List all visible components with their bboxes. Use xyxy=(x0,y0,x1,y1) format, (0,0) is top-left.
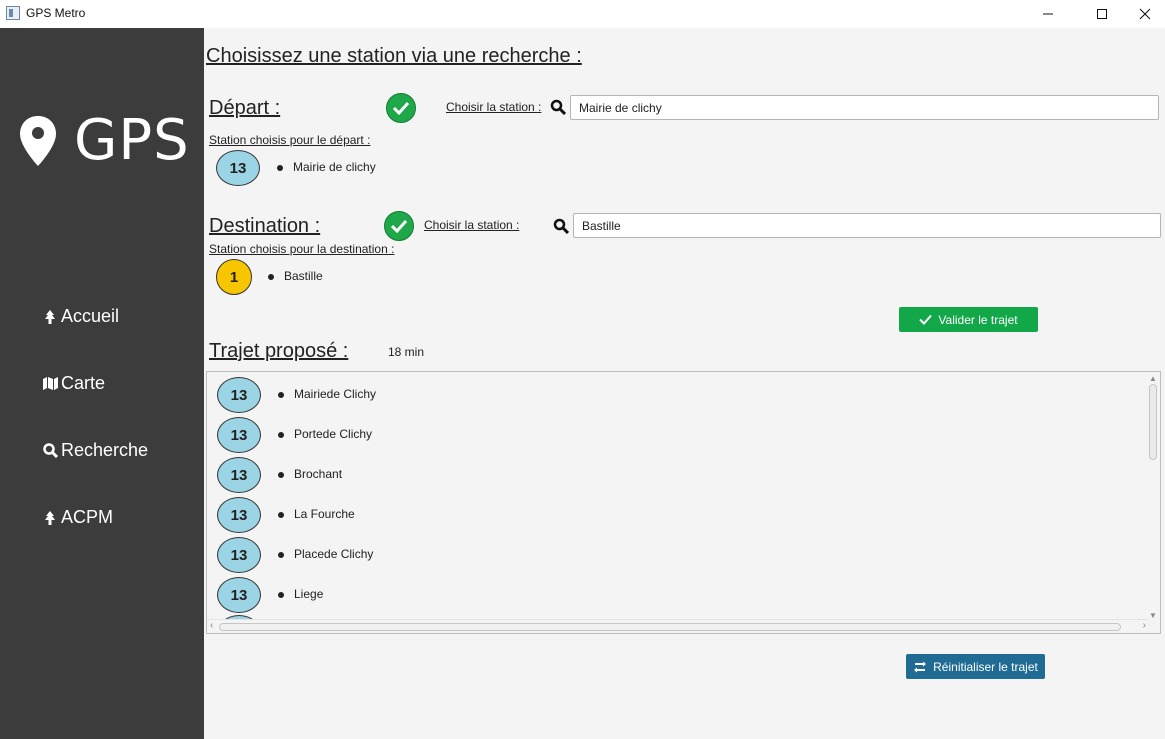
destination-title: Destination : xyxy=(209,215,321,237)
check-icon xyxy=(386,93,416,123)
list-item: 13 Mairiede Clichy xyxy=(207,374,1137,414)
list-item: 13 Placede Clichy xyxy=(207,534,1137,574)
search-icon xyxy=(553,218,569,234)
retweet-icon xyxy=(914,661,927,672)
reset-route-label: Réinitialiser le trajet xyxy=(933,659,1038,674)
route-list[interactable]: 13 Mairiede Clichy 13 Portede Clichy 13 … xyxy=(206,371,1161,634)
sidebar-item-recherche[interactable]: Recherche xyxy=(42,440,148,461)
vertical-scrollbar[interactable]: ▲ ▼ xyxy=(1146,372,1160,620)
horizontal-scrollbar[interactable]: ‹ › xyxy=(207,619,1148,633)
check-icon xyxy=(919,314,933,325)
scroll-right-icon[interactable]: › xyxy=(1143,620,1146,631)
depart-choose-label: Choisir la station : xyxy=(446,100,542,114)
trajet-duration: 18 min xyxy=(388,345,425,359)
horizontal-scroll-thumb[interactable] xyxy=(219,623,1121,631)
line-badge: 1 xyxy=(216,259,252,295)
destination-station-name: Bastille xyxy=(284,269,323,283)
line-badge: 13 xyxy=(217,457,261,493)
scroll-up-icon[interactable]: ▲ xyxy=(1149,374,1157,383)
sidebar: GPS Accueil Carte Recherche ACPM xyxy=(0,28,204,739)
bullet xyxy=(278,592,284,598)
minimize-icon xyxy=(1043,13,1053,15)
stop-name: Portede Clichy xyxy=(294,427,373,441)
line-badge: 13 xyxy=(217,497,261,533)
sidebar-item-label: ACPM xyxy=(61,507,114,527)
tree-icon xyxy=(42,309,58,324)
list-item: 13 Portede Clichy xyxy=(207,414,1137,454)
trajet-title: Trajet proposé : xyxy=(209,340,349,362)
validate-route-button[interactable]: Valider le trajet xyxy=(899,307,1038,332)
list-item: 13 Liege xyxy=(207,574,1137,614)
search-icon xyxy=(550,99,566,115)
validate-route-label: Valider le trajet xyxy=(938,312,1018,327)
sidebar-item-carte[interactable]: Carte xyxy=(42,373,105,394)
vertical-scroll-thumb[interactable] xyxy=(1149,384,1157,460)
sidebar-item-label: Accueil xyxy=(61,306,120,326)
stop-name: La Fourche xyxy=(294,507,355,521)
logo-text: GPS xyxy=(74,108,190,173)
stop-name: Mairiede Clichy xyxy=(294,387,377,401)
close-icon xyxy=(1139,8,1151,20)
close-button[interactable] xyxy=(1122,0,1165,28)
app-icon xyxy=(6,6,20,20)
window-titlebar: GPS Metro xyxy=(0,0,1165,28)
bullet xyxy=(277,165,283,171)
reset-route-button[interactable]: Réinitialiser le trajet xyxy=(906,654,1045,679)
destination-search-input[interactable]: Bastille xyxy=(573,213,1161,238)
bullet xyxy=(278,472,284,478)
line-badge: 13 xyxy=(217,537,261,573)
line-badge: 13 xyxy=(217,377,261,413)
tree-icon xyxy=(42,510,58,525)
depart-title: Départ : xyxy=(209,97,281,119)
line-badge: 13 xyxy=(217,577,261,613)
stop-name: Liege xyxy=(294,587,324,601)
sidebar-item-accueil[interactable]: Accueil xyxy=(42,306,119,327)
minimize-button[interactable] xyxy=(1025,0,1071,28)
window-title: GPS Metro xyxy=(26,6,86,20)
bullet xyxy=(278,512,284,518)
destination-chosen-label: Station choisis pour la destination : xyxy=(209,242,395,256)
search-icon xyxy=(42,443,58,458)
app-logo: GPS xyxy=(18,108,190,173)
sidebar-item-label: Recherche xyxy=(61,440,149,460)
maximize-button[interactable] xyxy=(1079,0,1125,28)
line-badge: 13 xyxy=(217,417,261,453)
destination-choose-label: Choisir la station : xyxy=(424,218,520,232)
list-item: 13 Brochant xyxy=(207,454,1137,494)
sidebar-item-label: Carte xyxy=(61,373,106,393)
map-icon xyxy=(42,377,58,390)
stop-name: Placede Clichy xyxy=(294,547,374,561)
sidebar-item-acpm[interactable]: ACPM xyxy=(42,507,113,528)
scroll-down-icon[interactable]: ▼ xyxy=(1149,611,1157,620)
bullet xyxy=(268,274,274,280)
check-icon xyxy=(384,211,414,241)
bullet xyxy=(278,432,284,438)
bullet xyxy=(278,552,284,558)
bullet xyxy=(278,392,284,398)
stop-name: Brochant xyxy=(294,467,343,481)
maximize-icon xyxy=(1097,9,1107,19)
page-title: Choisissez une station via une recherche… xyxy=(206,45,582,67)
list-item: 13 La Fourche xyxy=(207,494,1137,534)
depart-search-input[interactable]: Mairie de clichy xyxy=(570,95,1159,120)
map-pin-icon xyxy=(20,115,56,166)
depart-station-name: Mairie de clichy xyxy=(293,160,376,174)
scroll-left-icon[interactable]: ‹ xyxy=(210,620,213,631)
depart-chosen-label: Station choisis pour le départ : xyxy=(209,133,371,147)
line-badge: 13 xyxy=(216,150,260,186)
